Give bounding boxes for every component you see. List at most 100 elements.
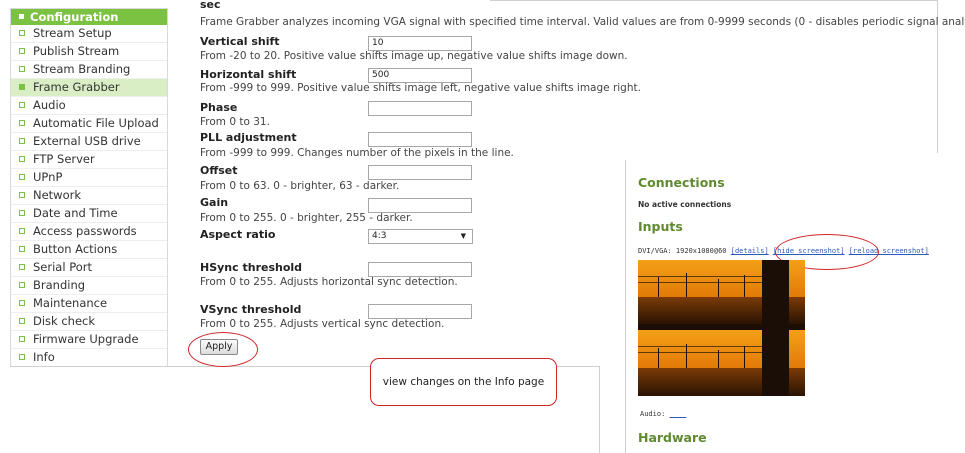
aspect-ratio-selected-value: 4:3 [372,231,387,241]
config-sidebar: Configuration Stream Setup Publish Strea… [10,8,168,367]
inputs-title: Inputs [638,219,683,234]
connections-status: No active connections [638,200,732,209]
sidebar-item-firmware-upgrade[interactable]: Firmware Upgrade [11,331,167,349]
square-bullet-icon [19,137,25,144]
sidebar-item-label: Date and Time [33,206,118,220]
details-link[interactable]: [details] [731,247,769,255]
info-page-callout: view changes on the Info page [370,358,557,406]
hsync-threshold-input[interactable] [368,262,472,277]
sidebar-header: Configuration [11,9,167,25]
audio-label: Audio: [640,410,666,418]
sidebar-item-stream-setup[interactable]: Stream Setup [11,25,167,43]
sidebar-item-automatic-file-upload[interactable]: Automatic File Upload [11,115,167,133]
interval-unit-label: sec [200,0,221,11]
offset-label: Offset [200,164,238,177]
square-bullet-icon [19,317,25,324]
sidebar-item-label: UPnP [33,170,63,184]
square-bullet-icon [19,83,25,90]
vertical-shift-description: From -20 to 20. Positive value shifts im… [200,50,628,62]
sidebar-item-external-usb-drive[interactable]: External USB drive [11,133,167,151]
square-bullet-icon [19,227,25,234]
sidebar-item-upnp[interactable]: UPnP [11,169,167,187]
square-bullet-icon [19,281,25,288]
sidebar-item-audio[interactable]: Audio [11,97,167,115]
sidebar-item-label: Access passwords [33,224,137,238]
sidebar-item-button-actions[interactable]: Button Actions [11,241,167,259]
sidebar-item-label: Maintenance [33,296,108,310]
hsync-threshold-label: HSync threshold [200,261,303,274]
gain-label: Gain [200,196,229,209]
phase-input[interactable] [368,101,472,116]
square-bullet-icon [19,173,25,180]
dropdown-arrow-icon: ▼ [460,232,466,240]
vsync-threshold-label: VSync threshold [200,303,302,316]
aspect-ratio-label: Aspect ratio [200,228,276,241]
offset-input[interactable] [368,165,472,180]
sidebar-item-disk-check[interactable]: Disk check [11,313,167,331]
overlay-panel-top-border [490,0,938,1]
phase-description: From 0 to 31. [200,116,270,128]
phase-label: Phase [200,101,238,114]
sidebar-item-label: Firmware Upgrade [33,332,139,346]
square-bullet-icon [19,209,25,216]
horizontal-shift-input[interactable]: 500 [368,68,472,83]
sidebar-item-maintenance[interactable]: Maintenance [11,295,167,313]
sidebar-item-label: Automatic File Upload [33,116,159,130]
sidebar-item-frame-grabber[interactable]: Frame Grabber [11,79,167,97]
apply-highlight-circle [188,332,258,367]
sidebar-item-label: Network [33,188,82,202]
square-bullet-icon [19,191,25,198]
sidebar-item-info[interactable]: Info [11,349,167,366]
preview-panel-top-right [789,260,805,324]
sidebar-item-branding[interactable]: Branding [11,277,167,295]
pll-adjustment-description: From -999 to 999. Changes number of the … [200,147,514,159]
input-signal-text: DVI/VGA: 1920x1080@60 [638,247,727,255]
gain-input[interactable] [368,198,472,213]
hsync-threshold-description: From 0 to 255. Adjusts horizontal sync d… [200,276,458,288]
sidebar-header-label: Configuration [30,10,119,24]
square-bullet-icon [19,101,25,108]
vsync-threshold-input[interactable] [368,304,472,319]
square-bullet-icon [19,14,24,19]
vertical-shift-input[interactable]: 10 [368,36,472,51]
aspect-ratio-select[interactable]: 4:3 ▼ [368,229,473,244]
sidebar-item-access-passwords[interactable]: Access passwords [11,223,167,241]
audio-link[interactable]: ____ [670,410,687,418]
square-bullet-icon [19,155,25,162]
sidebar-item-label: Serial Port [33,260,92,274]
square-bullet-icon [19,335,25,342]
sidebar-item-serial-port[interactable]: Serial Port [11,259,167,277]
offset-description: From 0 to 63. 0 - brighter, 63 - darker. [200,180,400,192]
sidebar-item-label: Audio [33,98,66,112]
horizontal-shift-label: Horizontal shift [200,68,297,81]
square-bullet-icon [19,29,25,36]
horizontal-shift-description: From -999 to 999. Positive value shifts … [200,82,641,94]
sidebar-item-label: Frame Grabber [33,80,120,94]
vsync-threshold-description: From 0 to 255. Adjusts vertical sync det… [200,318,445,330]
input-screenshot-preview [638,260,805,396]
sidebar-item-label: FTP Server [33,152,95,166]
square-bullet-icon [19,353,25,360]
info-panel-left-border [625,160,626,453]
sidebar-item-label: Publish Stream [33,44,120,58]
sidebar-item-label: Info [33,350,55,364]
sidebar-item-label: Stream Branding [33,62,131,76]
sidebar-item-ftp-server[interactable]: FTP Server [11,151,167,169]
square-bullet-icon [19,47,25,54]
form-panel-right-border [599,366,600,453]
sidebar-item-stream-branding[interactable]: Stream Branding [11,61,167,79]
sidebar-item-label: Button Actions [33,242,118,256]
sidebar-item-date-and-time[interactable]: Date and Time [11,205,167,223]
square-bullet-icon [19,263,25,270]
vertical-shift-label: Vertical shift [200,35,280,48]
square-bullet-icon [19,299,25,306]
preview-panel-bottom-left [638,330,762,396]
sidebar-item-publish-stream[interactable]: Publish Stream [11,43,167,61]
sidebar-item-network[interactable]: Network [11,187,167,205]
pll-adjustment-input[interactable] [368,132,472,147]
square-bullet-icon [19,119,25,126]
pll-adjustment-label: PLL adjustment [200,131,297,144]
square-bullet-icon [19,65,25,72]
interval-description: Frame Grabber analyzes incoming VGA sign… [200,16,965,28]
connections-title: Connections [638,175,725,190]
